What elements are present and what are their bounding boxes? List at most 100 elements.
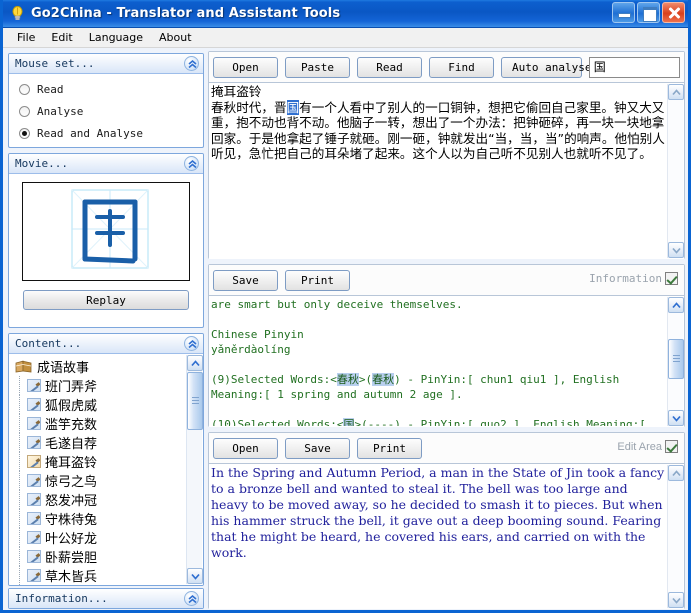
pen-icon [27,436,41,449]
maximize-icon[interactable] [637,2,660,23]
stroke-animation-canvas[interactable] [22,182,190,281]
body-area: Mouse set... Read Analyse Read and Analy… [3,49,688,610]
edit-print-button[interactable]: Print [357,437,422,459]
panel-movie-header: Movie... [9,154,203,174]
edit-open-button[interactable]: Open [213,437,278,459]
chevron-up-double-icon[interactable] [184,336,199,351]
source-text-content: 掩耳盗铃 春秋时代，晋国有一个人看中了别人的一口铜钟，想把它偷回自己家里。钟又大… [211,84,666,258]
replay-button[interactable]: Replay [23,290,189,310]
list-item[interactable]: 毛遂自荐 [13,433,186,452]
list-item[interactable]: 滥竽充数 [13,414,186,433]
edit-area-checkbox[interactable] [665,440,678,453]
auto-analyse-button[interactable]: Auto analyse [501,56,591,78]
radio-read-and-analyse[interactable]: Read and Analyse [9,122,203,144]
info-heading: Chinese Pinyin [211,328,304,341]
chevron-down-icon[interactable] [187,568,203,584]
chevron-up-icon[interactable] [187,355,203,371]
content-tree-scrollbar[interactable] [186,355,203,584]
panel-information-footer: Information... [8,588,204,609]
radio-analyse-indicator [19,105,30,117]
panel-mouse-set-title: Mouse set... [15,57,95,70]
open-button[interactable]: Open [213,56,278,78]
radio-read-and-analyse-indicator [19,127,30,139]
menu-bar: File Edit Language About [3,28,688,48]
information-group: Save Print Information are smart but onl… [208,264,685,427]
pen-icon [27,550,41,563]
menu-item-language[interactable]: Language [81,29,151,46]
pen-icon [27,474,41,487]
list-item-label: 狐假虎威 [45,399,98,414]
information-text-area[interactable]: are smart but only deceive themselves. C… [209,295,684,427]
list-item[interactable]: 班门弄斧 [13,376,186,395]
menu-item-file[interactable]: File [9,29,43,46]
book-icon [15,360,32,373]
radio-analyse[interactable]: Analyse [9,100,203,122]
content-tree: 成语故事 班门弄斧 狐假虎威 滥竽充数 毛遂自荐 掩耳盗铃 惊弓之鸟 怒发冲冠 … [9,354,203,585]
list-item[interactable]: 草木皆兵 [13,566,186,585]
list-item[interactable]: 惊弓之鸟 [13,471,186,490]
lightbulb-icon [9,5,26,22]
list-item[interactable]: 叶公好龙 [13,528,186,547]
edit-text-body: In the Spring and Autumn Period, a man i… [211,465,665,560]
paste-button[interactable]: Paste [285,56,350,78]
source-text-area[interactable]: 掩耳盗铃 春秋时代，晋国有一个人看中了别人的一口铜钟，想把它偷回自己家里。钟又大… [209,82,684,259]
chevron-up-icon[interactable] [668,297,684,313]
radio-analyse-label: Analyse [37,104,84,118]
tree-root-node[interactable]: 成语故事 [13,357,186,376]
content-tree-items: 成语故事 班门弄斧 狐假虎威 滥竽充数 毛遂自荐 掩耳盗铃 惊弓之鸟 怒发冲冠 … [9,354,186,585]
search-input[interactable]: 国 [588,56,680,78]
list-item-selected[interactable]: 掩耳盗铃 [13,452,186,471]
information-scrollbar[interactable] [667,297,684,426]
list-item-label: 惊弓之鸟 [45,475,98,490]
list-item[interactable]: 狐假虎威 [13,395,186,414]
highlighted-character[interactable]: 国 [286,99,300,115]
list-item[interactable]: 怒发冲冠 [13,490,186,509]
list-item-label: 毛遂自荐 [45,437,98,452]
edit-area-group: Open Save Print Edit Area In the Spring … [208,432,685,609]
title-bar: Go2China - Translator and Assistant Tool… [3,0,688,28]
minimize-icon[interactable] [612,2,635,23]
information-checkbox[interactable] [665,272,678,285]
app-window: Go2China - Translator and Assistant Tool… [0,0,691,613]
info-entry9-pre: (9)Selected Words:< [211,373,337,386]
scrollbar-thumb[interactable] [668,339,684,379]
edit-area-toggle: Edit Area [617,440,678,453]
list-item[interactable]: 守株待兔 [13,509,186,528]
edit-scrollbar[interactable] [667,465,684,608]
information-panel-label: Information [589,272,662,285]
chevron-down-icon[interactable] [668,410,684,426]
source-scrollbar[interactable] [667,84,684,258]
edit-save-button[interactable]: Save [285,437,350,459]
info-entry9-mid: >( [358,373,373,386]
save-button[interactable]: Save [213,269,278,291]
pen-icon [27,398,41,411]
scrollbar-thumb[interactable] [187,372,203,430]
information-toolbar: Save Print Information [209,265,684,295]
chevron-down-icon[interactable] [668,242,684,258]
panel-content-header: Content... [9,334,203,354]
chevron-down-icon[interactable] [668,592,684,608]
pen-icon [27,569,41,582]
list-item[interactable]: 卧薪尝胆 [13,547,186,566]
chevron-up-icon[interactable] [668,465,684,481]
print-button[interactable]: Print [285,269,350,291]
edit-text-area[interactable]: In the Spring and Autumn Period, a man i… [209,463,684,609]
list-item-label: 叶公好龙 [45,532,98,547]
list-item-label: 卧薪尝胆 [45,551,98,566]
source-group: Open Paste Read Find Auto analyse 国 掩耳盗铃… [208,51,685,259]
chevron-up-icon[interactable] [668,84,684,100]
chevron-up-double-icon[interactable] [184,56,199,71]
find-button[interactable]: Find [429,56,494,78]
information-panel-toggle: Information [589,272,678,285]
pen-icon [27,493,41,506]
read-button[interactable]: Read [357,56,422,78]
info-line1: are smart but only deceive themselves. [211,298,463,311]
radio-read[interactable]: Read [9,78,203,100]
chevron-up-double-icon[interactable] [184,156,199,171]
radio-read-indicator [19,83,30,95]
chevron-up-double-icon[interactable] [184,591,199,606]
menu-item-edit[interactable]: Edit [43,29,80,46]
mouse-set-options: Read Analyse Read and Analyse [9,74,203,144]
menu-item-about[interactable]: About [151,29,200,46]
close-icon[interactable] [662,2,685,23]
